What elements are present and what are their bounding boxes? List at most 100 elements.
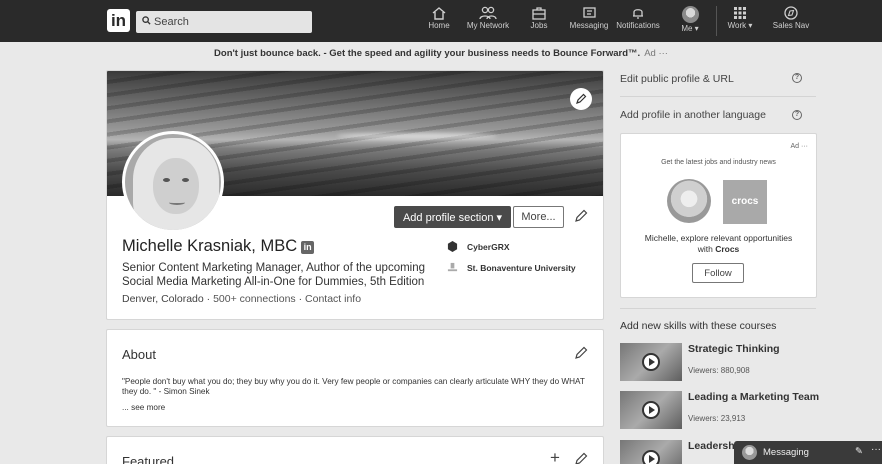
help-icon[interactable]: ? (792, 73, 802, 83)
ad-banner[interactable]: Don't just bounce back. - Get the speed … (0, 48, 882, 59)
help-icon[interactable]: ? (792, 110, 802, 120)
chat-icon (583, 7, 596, 18)
nav-messaging-label: Messaging (569, 21, 609, 30)
add-featured-icon[interactable]: + (550, 448, 560, 464)
profile-card: Add profile section ▾ More... Michelle K… (106, 70, 604, 320)
skills-section-title: Add new skills with these courses (620, 320, 777, 332)
separator-dot: · (206, 293, 211, 305)
edit-featured-pencil-icon[interactable] (574, 452, 588, 464)
ad-banner-text: - Get the speed and agility your busines… (320, 48, 641, 59)
nav-work[interactable]: Work ▾ (724, 6, 756, 40)
search-box[interactable] (136, 11, 312, 33)
connections-link[interactable]: 500+ connections (213, 293, 296, 305)
profile-name: Michelle Krasniak, MBC in (122, 237, 315, 256)
search-icon (142, 16, 151, 25)
ad-card-company: Crocs (715, 244, 740, 254)
course-viewers: Viewers: 880,908 (688, 366, 750, 375)
nav-jobs-label: Jobs (530, 21, 548, 30)
course-viewers: Viewers: 23,913 (688, 414, 746, 423)
course-item[interactable]: Leading a Marketing Team Viewers: 23,913 (620, 391, 819, 431)
play-icon (642, 401, 660, 419)
pencil-icon (576, 93, 587, 104)
nav-home[interactable]: Home (425, 6, 453, 40)
photo-mouth (169, 200, 185, 205)
nav-sales-nav[interactable]: Sales Nav (772, 6, 810, 40)
ad-banner-tag: Ad ··· (644, 48, 668, 59)
nav-notifications-label: Notifications (616, 21, 660, 30)
linkedin-badge-icon: in (301, 241, 315, 254)
about-title: About (122, 347, 156, 362)
about-text: "People don't buy what you do; they buy … (122, 377, 585, 396)
add-language-profile-link[interactable]: Add profile in another language (620, 109, 766, 121)
top-navigation-bar: in Home My Network Jobs Messaging Notifi… (0, 0, 882, 42)
edit-intro-pencil-icon[interactable] (574, 209, 588, 223)
ad-card: Ad ··· Get the latest jobs and industry … (620, 133, 817, 298)
nav-divider (716, 6, 717, 36)
messaging-dock[interactable]: Messaging ✎ ··· (734, 441, 882, 464)
edit-about-pencil-icon[interactable] (574, 346, 588, 360)
cover-sun-glow (337, 133, 497, 139)
crocs-logo[interactable]: crocs (723, 180, 767, 224)
edit-cover-button[interactable] (570, 88, 592, 110)
ad-card-tag[interactable]: Ad ··· (791, 143, 809, 150)
bell-icon (633, 9, 643, 19)
compass-icon (784, 6, 798, 20)
school-name: St. Bonaventure University (467, 263, 576, 273)
nav-sales-nav-label: Sales Nav (772, 21, 810, 30)
compose-message-icon[interactable]: ✎ (855, 446, 863, 457)
add-profile-section-button[interactable]: Add profile section ▾ (394, 206, 511, 228)
play-icon (642, 450, 660, 464)
ad-card-message: Michelle, explore relevant opportunities… (621, 233, 816, 255)
profile-headline: Senior Content Marketing Manager, Author… (122, 262, 426, 288)
briefcase-icon (532, 7, 546, 20)
profile-location: Denver, Colorado (122, 293, 204, 305)
see-more-link[interactable]: ... see more (122, 403, 165, 412)
nav-jobs[interactable]: Jobs (527, 6, 551, 40)
profile-photo[interactable] (122, 131, 224, 233)
search-input[interactable] (154, 14, 304, 30)
separator-dot: · (298, 293, 303, 305)
featured-title: Featured (122, 454, 175, 464)
nav-messaging[interactable]: Messaging (568, 6, 610, 40)
play-icon (642, 353, 660, 371)
featured-card: Featured + (106, 436, 604, 464)
messaging-avatar (742, 445, 757, 460)
photo-eye-right (182, 178, 189, 182)
photo-eye-left (163, 178, 170, 182)
nav-my-network[interactable]: My Network (462, 6, 514, 40)
company-name: CyberGRX (467, 242, 510, 252)
messaging-label: Messaging (763, 447, 809, 458)
nav-work-label: Work ▾ (727, 21, 753, 30)
nav-home-label: Home (428, 21, 450, 30)
course-item[interactable]: Strategic Thinking Viewers: 880,908 (620, 343, 816, 383)
ad-card-tagline: Get the latest jobs and industry news (661, 159, 776, 166)
school-affiliation[interactable]: St. Bonaventure University (447, 262, 576, 273)
more-button[interactable]: More... (513, 206, 564, 228)
me-avatar (681, 6, 699, 23)
profile-name-text: Michelle Krasniak, MBC (122, 237, 298, 255)
course-title[interactable]: Strategic Thinking (688, 343, 780, 355)
more-options-icon[interactable]: ··· (871, 444, 881, 455)
sidebar-divider (620, 96, 816, 97)
grid-icon (734, 7, 746, 19)
ad-card-line2-prefix: with (697, 244, 716, 254)
ad-card-line1: Michelle, explore relevant opportunities (644, 233, 793, 243)
nav-notifications[interactable]: Notifications (616, 6, 660, 40)
nav-me-label: Me ▾ (681, 24, 699, 33)
follow-button[interactable]: Follow (692, 263, 744, 283)
ad-user-avatar (667, 179, 711, 223)
nav-my-network-label: My Network (466, 21, 510, 30)
course-title[interactable]: Leadershi (688, 440, 738, 452)
contact-info-link[interactable]: Contact info (305, 293, 361, 305)
linkedin-logo[interactable]: in (107, 9, 130, 32)
edit-public-profile-link[interactable]: Edit public profile & URL (620, 73, 734, 85)
company-affiliation[interactable]: CyberGRX (447, 241, 510, 252)
cybergrx-logo-icon (447, 241, 458, 252)
course-title[interactable]: Leading a Marketing Team (688, 391, 819, 403)
about-card: About "People don't buy what you do; the… (106, 329, 604, 427)
photo-face (153, 158, 199, 214)
profile-location-row: Denver, Colorado · 500+ connections · Co… (122, 293, 361, 305)
people-icon (479, 6, 497, 20)
nav-me[interactable]: Me ▾ (676, 6, 704, 40)
home-icon (432, 7, 446, 20)
